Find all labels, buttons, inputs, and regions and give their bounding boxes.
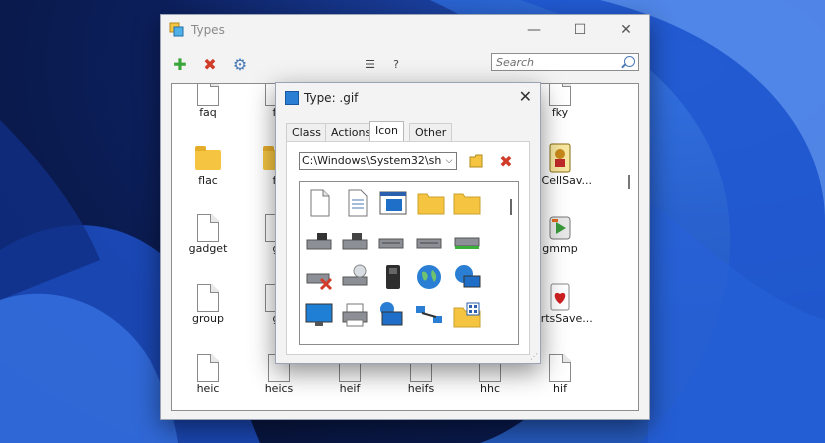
list-item[interactable]: heic	[172, 354, 244, 395]
drive-icon[interactable]	[304, 226, 334, 256]
media-player-icon	[549, 216, 571, 240]
text-document-icon[interactable]	[342, 188, 372, 218]
blank-document-icon[interactable]	[304, 188, 334, 218]
item-label: heic	[196, 382, 220, 395]
drive-green-icon[interactable]	[452, 226, 482, 256]
document-icon	[197, 84, 219, 106]
item-label: faq	[199, 106, 217, 119]
document-icon	[549, 84, 571, 106]
network-icon[interactable]	[414, 300, 444, 330]
list-scrollbar-thumb[interactable]	[628, 175, 630, 189]
printer-icon[interactable]	[340, 300, 370, 330]
add-type-button[interactable]: ✚	[169, 53, 191, 75]
item-label: flac	[198, 174, 218, 187]
dialog-title: Type: .gif	[304, 91, 359, 105]
dialog-close-button[interactable]: ✕	[519, 87, 532, 106]
icon-tab-panel: C:\Windows\System32\shell32 ⌵ ✖	[286, 141, 530, 355]
browse-icon-button[interactable]	[467, 151, 487, 171]
folder-icon	[195, 146, 221, 170]
list-item[interactable]: flac	[172, 146, 244, 187]
document-icon	[197, 354, 219, 382]
title-bar[interactable]: Types — ☐ ✕	[161, 15, 649, 45]
search-icon[interactable]	[624, 56, 635, 67]
icon-source-combo[interactable]: C:\Windows\System32\shell32 ⌵	[299, 152, 457, 170]
folder-icon[interactable]	[452, 188, 482, 218]
settings-button[interactable]: ⚙	[229, 53, 251, 75]
icon-source-value: C:\Windows\System32\shell32	[302, 154, 457, 167]
view-list-button[interactable]: ☰	[359, 53, 381, 75]
window-icon[interactable]	[378, 188, 408, 218]
network-globe-icon[interactable]	[452, 262, 482, 292]
drive-icon[interactable]	[376, 226, 406, 256]
chevron-down-icon[interactable]: ⌵	[442, 153, 456, 169]
type-properties-dialog: Type: .gif ✕ Class Actions Icon Other C:…	[275, 82, 541, 364]
list-item[interactable]: group	[172, 284, 244, 325]
hearts-card-icon	[550, 283, 570, 311]
drive-removed-icon[interactable]	[304, 262, 334, 292]
item-label: heifs	[407, 382, 435, 395]
monitor-icon[interactable]	[304, 300, 334, 330]
floppy-drive-icon[interactable]	[340, 226, 370, 256]
item-label: gadget	[188, 242, 228, 255]
playing-card-icon	[549, 143, 571, 173]
folder-open-icon	[469, 154, 483, 168]
memory-chip-icon[interactable]	[378, 262, 408, 292]
item-label: heics	[264, 382, 294, 395]
app-icon	[169, 22, 184, 37]
search-input[interactable]: Search	[491, 53, 639, 71]
document-icon	[549, 354, 571, 382]
help-button[interactable]: ?	[385, 53, 407, 75]
icon-grid-scrollbar[interactable]	[510, 199, 512, 215]
item-label: hif	[553, 382, 567, 395]
tab-class[interactable]: Class	[286, 123, 327, 141]
globe-icon[interactable]	[414, 262, 444, 292]
desktop-bottom-area	[0, 418, 825, 443]
maximize-button[interactable]: ☐	[557, 15, 603, 45]
resize-grip[interactable]: ⋰	[530, 352, 538, 361]
list-item[interactable]: gadget	[172, 214, 244, 255]
folder-icon[interactable]	[416, 188, 446, 218]
minimize-button[interactable]: —	[511, 15, 557, 45]
toolbar: ✚ ✖ ⚙ ☰ ? Search	[161, 51, 649, 77]
delete-icon-button[interactable]: ✖	[496, 151, 516, 171]
image-file-icon	[285, 91, 299, 105]
tab-other[interactable]: Other	[409, 123, 453, 141]
close-button[interactable]: ✕	[603, 15, 649, 45]
icon-grid[interactable]	[299, 181, 519, 345]
drive-icon[interactable]	[414, 226, 444, 256]
delete-type-button[interactable]: ✖	[199, 53, 221, 75]
window-title: Types	[191, 23, 225, 37]
item-label: hhc	[480, 382, 500, 395]
item-label: group	[192, 312, 224, 325]
item-label: heif	[339, 382, 361, 395]
tab-icon[interactable]: Icon	[369, 121, 404, 142]
list-item[interactable]: faq	[172, 84, 244, 119]
document-icon	[197, 284, 219, 312]
folder-grid-icon[interactable]	[452, 300, 482, 330]
document-icon	[197, 214, 219, 242]
cd-drive-icon[interactable]	[340, 262, 370, 292]
network-monitor-icon[interactable]	[376, 300, 406, 330]
